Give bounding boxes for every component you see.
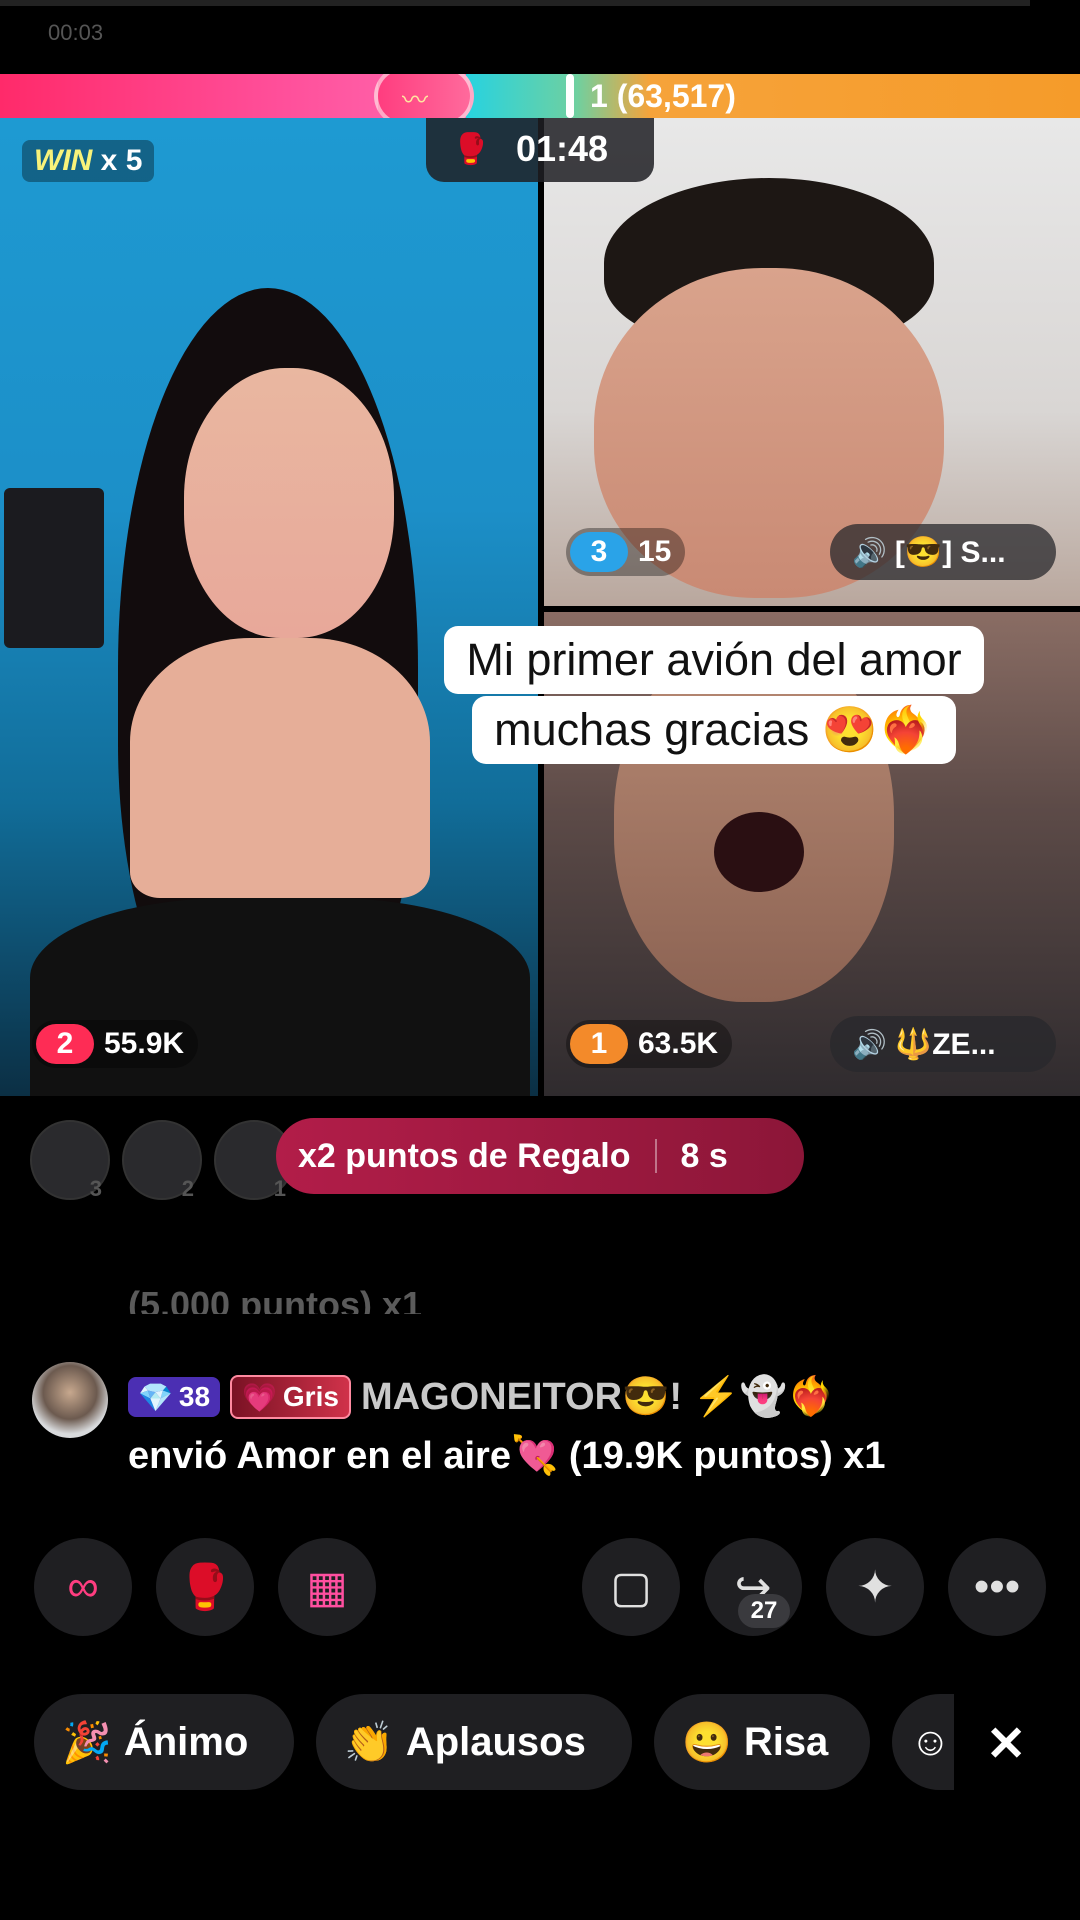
battle-score-bar: 〰 1 (63,517): [0, 74, 1080, 118]
rank-badge: 2: [36, 1024, 94, 1064]
caption-line-2: muchas gracias 😍❤️‍🔥: [472, 696, 956, 764]
host-name-label: [😎] S...: [894, 535, 1006, 569]
magic-wand-icon: ✦: [856, 1562, 894, 1612]
win-count: x 5: [100, 144, 143, 177]
battle-bar-right-fill: [466, 74, 1080, 118]
win-streak-badge: WIN x 5: [22, 140, 155, 182]
battle-bar-score: 1 (63,517): [590, 78, 736, 114]
shoulders-shape: [130, 638, 430, 898]
gift-points-banner[interactable]: x2 puntos de Regalo 8 s: [276, 1118, 804, 1194]
host-name-top-right[interactable]: 🔊 [😎] S...: [830, 524, 1056, 580]
divider: [654, 1139, 657, 1173]
top-gifters-row[interactable]: 3 2 1: [30, 1120, 294, 1201]
quiz-icon: ▢: [610, 1562, 652, 1612]
chat-message-text: envió Amor en el aire💘 (19.9K puntos) x1: [128, 1435, 886, 1477]
host-name-bottom-right[interactable]: 🔊 🔱ZE...: [830, 1016, 1056, 1072]
diamond-icon: 💎: [138, 1381, 173, 1413]
level-value: 38: [178, 1381, 211, 1412]
gift-banner-text: x2 puntos de Regalo: [298, 1136, 631, 1175]
magic-button[interactable]: ✦: [826, 1538, 924, 1636]
reaction-label: Aplausos: [405, 1719, 586, 1764]
score-chip-bottom-right: 1 63.5K: [566, 1020, 733, 1068]
points-value: 55.9K: [104, 1027, 185, 1060]
cheer-icon: 🎉: [62, 1720, 112, 1765]
mouth-shape: [714, 812, 804, 892]
quiz-button[interactable]: ▢: [582, 1538, 680, 1636]
win-label: WIN: [34, 144, 93, 177]
apps-icon: ▦: [306, 1562, 348, 1612]
caption-line-1: Mi primer avión del amor: [444, 626, 984, 694]
gifter-rank: 2: [181, 1176, 194, 1201]
close-icon[interactable]: ✕: [986, 1716, 1026, 1772]
chat-username[interactable]: MAGONEITOR😎! ⚡👻❤️‍🔥: [361, 1375, 835, 1419]
battle-button[interactable]: 🥊: [156, 1538, 254, 1636]
gifter-avatar[interactable]: 2: [122, 1120, 202, 1201]
speaker-icon: 🔊: [852, 1028, 887, 1060]
reaction-more-button[interactable]: ☺: [892, 1694, 954, 1790]
video-timestamp: 00:03: [48, 20, 104, 45]
gift-banner-countdown: 8 s: [680, 1136, 728, 1175]
battle-gloves-icon: 🥊: [452, 133, 490, 166]
chat-message-faded: (5,000 puntos) x1: [128, 1284, 423, 1314]
host-name-label: 🔱ZE...: [894, 1027, 996, 1061]
score-chip-top-right: 3 15: [566, 528, 686, 576]
rank-badge: 1: [570, 1024, 628, 1064]
face-shape: [184, 368, 394, 638]
apps-button[interactable]: ▦: [278, 1538, 376, 1636]
reaction-label: Risa: [743, 1719, 829, 1764]
heart-icon: 💗: [242, 1381, 277, 1413]
battle-bar-marker: [566, 74, 574, 118]
battle-timer: 🥊 01:48: [426, 118, 654, 182]
speaker-icon: 🔊: [852, 536, 887, 568]
fan-club-label: Gris: [282, 1381, 339, 1412]
rank-badge: 3: [570, 532, 628, 572]
reaction-label: Ánimo: [123, 1719, 249, 1764]
battle-gloves-icon: 🥊: [177, 1563, 233, 1612]
reaction-animo-button[interactable]: 🎉 Ánimo: [34, 1694, 294, 1790]
chat-message-header: 💎 38 💗 Gris MAGONEITOR😎! ⚡👻❤️‍🔥: [128, 1372, 835, 1422]
points-value: 15: [638, 535, 672, 568]
spark-icon: 〰: [402, 85, 429, 115]
score-chip-left: 2 55.9K: [32, 1020, 199, 1068]
more-icon: •••: [973, 1562, 1021, 1611]
video-progress-track: [0, 0, 1030, 6]
video-panel-left[interactable]: [0, 118, 538, 1096]
caption-overlay: Mi primer avión del amor muchas gracias …: [412, 626, 1016, 764]
clap-icon: 👏: [344, 1720, 394, 1765]
reaction-aplausos-button[interactable]: 👏 Aplausos: [316, 1694, 632, 1790]
points-value: 63.5K: [638, 1027, 719, 1060]
level-badge: 💎 38: [128, 1377, 221, 1417]
gifter-avatar[interactable]: 3: [30, 1120, 110, 1201]
gifter-rank: 3: [89, 1176, 102, 1201]
laugh-icon: 😀: [682, 1720, 732, 1765]
link-button[interactable]: ∞: [34, 1538, 132, 1636]
link-icon: ∞: [67, 1562, 99, 1611]
share-count-badge: 27: [738, 1594, 790, 1628]
fan-club-badge: 💗 Gris: [230, 1375, 351, 1419]
poster-shape: [4, 488, 104, 648]
battle-bar-knob: 〰: [374, 74, 474, 118]
reaction-partial-icon: ☺: [910, 1719, 951, 1764]
avatar[interactable]: [32, 1362, 108, 1438]
reaction-risa-button[interactable]: 😀 Risa: [654, 1694, 870, 1790]
more-button[interactable]: •••: [948, 1538, 1046, 1636]
battle-timer-text: 01:48: [516, 128, 609, 169]
